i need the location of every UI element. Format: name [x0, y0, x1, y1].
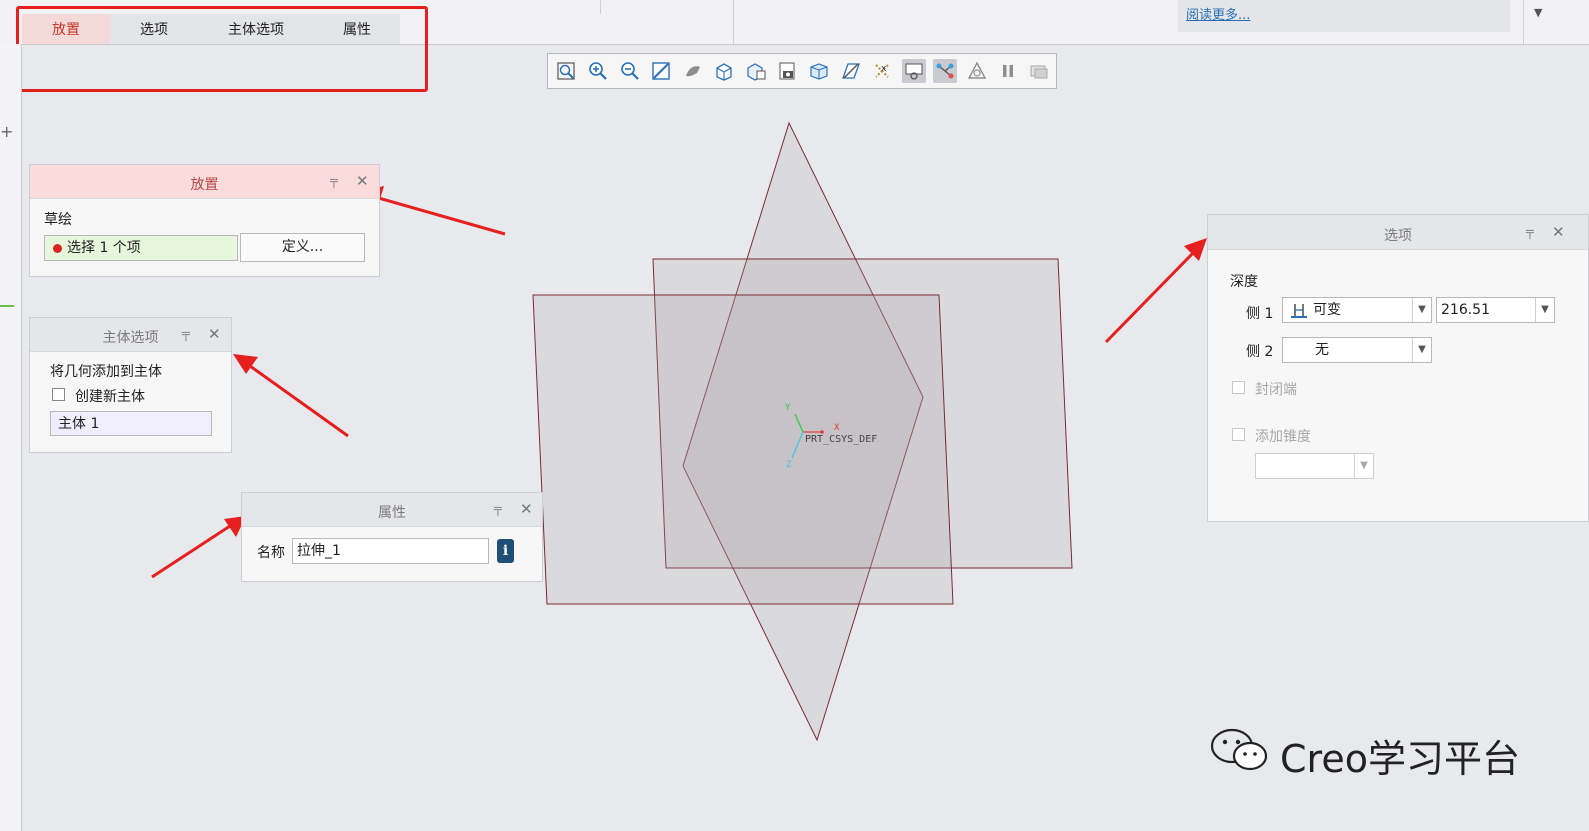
depth-label: 深度: [1230, 274, 1258, 290]
options-panel: 选项 ╤ ✕ 深度 侧 1 可变 ▼ 216.51 ▼ 侧 2 无 ▼ 封闭端 …: [1207, 214, 1589, 522]
add-taper-label: 添加锥度: [1255, 429, 1311, 445]
pin-icon[interactable]: ╤: [330, 174, 338, 189]
datum-plane-front: [532, 294, 954, 605]
close-icon[interactable]: ✕: [356, 172, 369, 190]
placement-panel: 放置 ╤ ✕ 草绘 选择 1 个项 定义...: [29, 164, 380, 277]
panel-title: 放置: [190, 177, 219, 193]
side2-type-text: 无: [1315, 342, 1329, 358]
name-label: 名称: [257, 545, 285, 561]
pin-icon[interactable]: ╤: [1526, 225, 1534, 240]
csys-label: PRT_CSYS_DEF: [805, 434, 877, 445]
body-collector[interactable]: 主体 1: [50, 411, 212, 436]
info-icon[interactable]: i: [497, 539, 514, 563]
axis-x-label: X: [834, 423, 840, 433]
body-options-panel: 主体选项 ╤ ✕ 将几何添加到主体 创建新主体 主体 1: [29, 317, 232, 453]
capped-ends-label: 封闭端: [1255, 382, 1297, 398]
side2-label: 侧 2: [1246, 344, 1274, 360]
taper-angle-select[interactable]: ▼: [1255, 453, 1374, 479]
panel-header: 属性 ╤ ✕: [242, 493, 542, 527]
side2-depth-type-select[interactable]: 无 ▼: [1282, 337, 1432, 363]
side1-depth-value[interactable]: 216.51 ▼: [1436, 297, 1555, 323]
side1-label: 侧 1: [1246, 306, 1274, 322]
status-dot-icon: [53, 244, 62, 253]
close-icon[interactable]: ✕: [520, 500, 533, 518]
watermark-text: Creo学习平台: [1280, 737, 1520, 781]
chevron-down-icon[interactable]: ▼: [1412, 298, 1431, 322]
properties-panel: 属性 ╤ ✕ 名称 拉伸_1 i: [241, 492, 543, 582]
create-new-body-checkbox[interactable]: [52, 388, 65, 401]
panel-header: 主体选项 ╤ ✕: [30, 318, 231, 352]
selection-text: 选择 1 个项: [67, 240, 141, 256]
close-icon[interactable]: ✕: [1552, 223, 1565, 241]
name-input[interactable]: 拉伸_1: [292, 538, 489, 564]
pin-icon[interactable]: ╤: [182, 327, 190, 342]
panel-title: 主体选项: [102, 330, 159, 346]
capped-ends-checkbox[interactable]: [1232, 381, 1245, 394]
panel-header: 选项 ╤ ✕: [1208, 215, 1588, 250]
side1-value-text: 216.51: [1441, 302, 1490, 318]
chevron-down-icon[interactable]: ▼: [1354, 454, 1373, 478]
create-new-body-label: 创建新主体: [75, 389, 145, 405]
wechat-logo-icon: [1210, 728, 1268, 771]
define-button[interactable]: 定义...: [240, 233, 365, 262]
axis-y-label: Y: [785, 403, 791, 413]
side1-depth-type-select[interactable]: 可变 ▼: [1282, 297, 1432, 323]
add-taper-checkbox[interactable]: [1232, 428, 1245, 441]
panel-header: 放置 ╤ ✕: [30, 165, 379, 199]
close-icon[interactable]: ✕: [208, 325, 221, 343]
chevron-down-icon[interactable]: ▼: [1535, 298, 1554, 322]
chevron-down-icon[interactable]: ▼: [1412, 338, 1431, 362]
blind-depth-icon: [1291, 304, 1307, 318]
sketch-selection-collector[interactable]: 选择 1 个项: [44, 235, 238, 261]
sketch-label: 草绘: [44, 212, 72, 228]
add-geometry-label: 将几何添加到主体: [50, 364, 162, 380]
pin-icon[interactable]: ╤: [494, 502, 502, 517]
side1-type-text: 可变: [1313, 302, 1341, 318]
axis-z-label: Z: [786, 460, 792, 470]
